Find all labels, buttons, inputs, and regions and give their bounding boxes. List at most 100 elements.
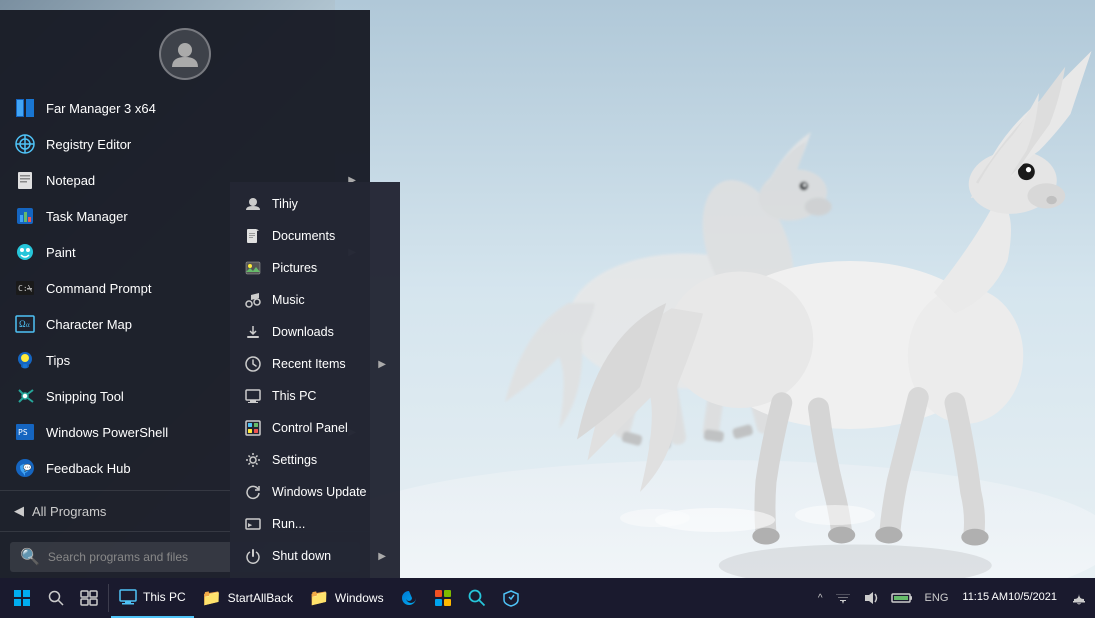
taskbar-divider-1: [108, 584, 109, 612]
all-programs-label: All Programs: [32, 504, 106, 519]
svg-text:💬: 💬: [23, 463, 32, 472]
downloads-icon: [244, 323, 262, 341]
windows-update-icon: [244, 483, 262, 501]
powershell-icon: PS: [14, 421, 36, 443]
downloads-label: Downloads: [272, 325, 334, 339]
taskbar-bitwarden[interactable]: [494, 578, 528, 618]
taskbar: This PC 📁 StartAllBack 📁 Windows: [0, 578, 1095, 618]
registry-editor-icon: [14, 133, 36, 155]
start-user-area[interactable]: [0, 10, 370, 90]
right-item-downloads[interactable]: Downloads: [230, 316, 400, 348]
bitwarden-icon: [502, 589, 520, 607]
taskbar-startallback[interactable]: 📁 StartAllBack: [194, 578, 301, 618]
clock-time: 11:15 AM: [962, 590, 1008, 605]
far-manager-label: Far Manager 3 x64: [46, 101, 356, 116]
tray-volume[interactable]: [859, 578, 883, 618]
windows-logo-icon: [14, 590, 30, 606]
volume-icon: [863, 590, 879, 606]
taskbar-tray: ^ ENG 11:1: [814, 578, 1091, 618]
pictures-label: Pictures: [272, 261, 317, 275]
pictures-icon: [244, 259, 262, 277]
taskview-icon: [80, 590, 98, 606]
taskbar-edge[interactable]: [392, 578, 426, 618]
notification-icon: [1071, 590, 1087, 606]
svg-text:PS: PS: [18, 428, 28, 437]
control-panel-icon: [244, 419, 262, 437]
search-app-icon: [468, 589, 486, 607]
task-manager-icon: [14, 205, 36, 227]
tips-icon: [14, 349, 36, 371]
clock-date: 10/5/2021: [1008, 590, 1057, 605]
shutdown-label: Shut down: [272, 549, 331, 563]
windows-folder-icon: 📁: [309, 588, 329, 608]
svg-text:α: α: [26, 321, 30, 329]
right-item-recent-items[interactable]: Recent Items ▶: [230, 348, 400, 380]
right-item-settings[interactable]: Settings: [230, 444, 400, 476]
tray-keyboard-lang[interactable]: ENG: [921, 578, 953, 618]
this-pc-label: This PC: [272, 389, 316, 403]
keyboard-lang-label: ENG: [925, 592, 949, 604]
tray-chevron-icon: ^: [818, 593, 823, 604]
taskbar-ms-store[interactable]: [426, 578, 460, 618]
right-item-run[interactable]: ▶ Run...: [230, 508, 400, 540]
right-item-windows-update[interactable]: Windows Update: [230, 476, 400, 508]
startallback-taskbar-icon: 📁: [202, 588, 222, 608]
startallback-taskbar-label: StartAllBack: [228, 591, 293, 605]
all-programs-arrow: ◀: [14, 503, 24, 519]
taskbar-search-app[interactable]: [460, 578, 494, 618]
taskbar-search-button[interactable]: [40, 578, 72, 618]
tray-chevron[interactable]: ^: [814, 578, 827, 618]
start-item-registry-editor[interactable]: Registry Editor: [0, 126, 370, 162]
shutdown-icon: [244, 547, 262, 565]
battery-icon: [891, 590, 913, 606]
snipping-tool-icon: [14, 385, 36, 407]
svg-text:▶: ▶: [248, 521, 253, 529]
recent-items-label: Recent Items: [272, 357, 346, 371]
run-label: Run...: [272, 517, 305, 531]
shutdown-arrow: ▶: [378, 551, 386, 562]
right-item-shutdown[interactable]: Shut down ▶: [230, 540, 400, 572]
right-item-music[interactable]: Music: [230, 284, 400, 316]
tihiy-user-icon: [244, 195, 262, 213]
settings-label: Settings: [272, 453, 317, 467]
store-icon: [434, 589, 452, 607]
start-item-far-manager[interactable]: Far Manager 3 x64: [0, 90, 370, 126]
this-pc-taskbar-icon: [119, 589, 137, 605]
settings-icon: [244, 451, 262, 469]
search-icon: [48, 590, 64, 606]
right-item-pictures[interactable]: Pictures: [230, 252, 400, 284]
recent-items-icon: [244, 355, 262, 373]
documents-label: Documents: [272, 229, 335, 243]
music-icon: [244, 291, 262, 309]
right-item-tihiy[interactable]: Tihiy: [230, 188, 400, 220]
right-item-documents[interactable]: Documents: [230, 220, 400, 252]
network-icon: [835, 590, 851, 606]
feedback-hub-icon: 💬: [14, 457, 36, 479]
right-item-this-pc[interactable]: This PC: [230, 380, 400, 412]
taskbar-clock[interactable]: 11:15 AM 10/5/2021: [956, 578, 1063, 618]
taskbar-windows-folder[interactable]: 📁 Windows: [301, 578, 392, 618]
right-item-control-panel[interactable]: Control Panel: [230, 412, 400, 444]
user-avatar[interactable]: [159, 28, 211, 80]
music-label: Music: [272, 293, 305, 307]
registry-editor-label: Registry Editor: [46, 137, 356, 152]
tray-network-icon[interactable]: [831, 578, 855, 618]
edge-icon: [400, 589, 418, 607]
far-manager-icon: [14, 97, 36, 119]
tray-battery[interactable]: [887, 578, 917, 618]
tray-notification[interactable]: [1067, 578, 1091, 618]
taskview-button[interactable]: [72, 578, 106, 618]
start-menu-right-panel: Tihiy Documents Pictures: [230, 182, 400, 578]
command-prompt-icon: C:\: [14, 277, 36, 299]
control-panel-label: Control Panel: [272, 421, 348, 435]
taskbar-this-pc[interactable]: This PC: [111, 578, 194, 618]
documents-icon: [244, 227, 262, 245]
recent-items-arrow: ▶: [378, 359, 386, 370]
svg-text:Ω: Ω: [19, 319, 26, 329]
this-pc-taskbar-label: This PC: [143, 590, 186, 604]
start-button[interactable]: [4, 578, 40, 618]
character-map-icon: Ω α: [14, 313, 36, 335]
windows-folder-label: Windows: [335, 591, 384, 605]
paint-icon: [14, 241, 36, 263]
desktop-wallpaper: [335, 0, 1095, 580]
